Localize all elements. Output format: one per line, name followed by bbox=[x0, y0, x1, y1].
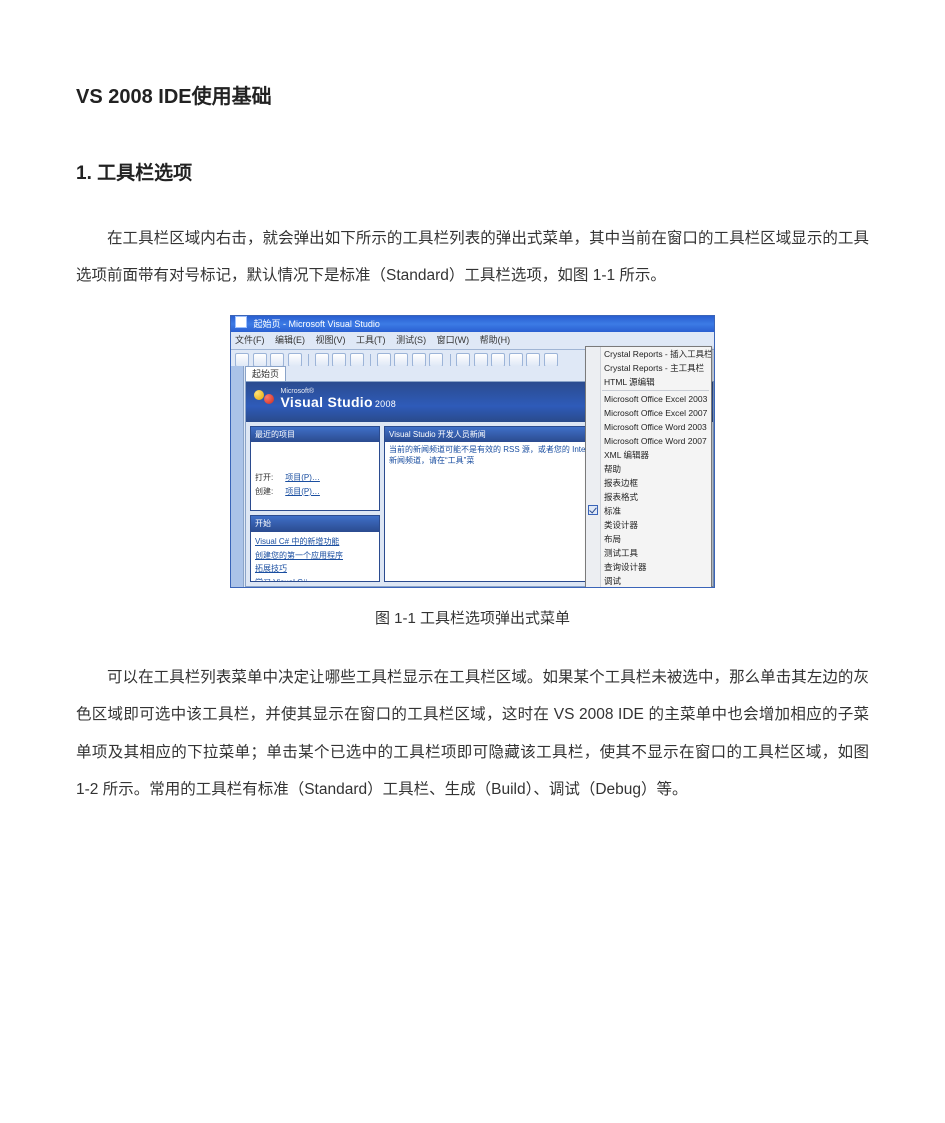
toolbar-button[interactable] bbox=[235, 353, 249, 367]
window-titlebar: 起始页 - Microsoft Visual Studio bbox=[231, 316, 714, 332]
context-menu-item[interactable]: HTML 源编辑 bbox=[586, 375, 711, 389]
start-link[interactable]: 创建您的第一个应用程序 bbox=[255, 549, 375, 563]
context-menu-item-label: Microsoft Office Excel 2007 bbox=[604, 408, 707, 418]
context-menu-item-label: HTML 源编辑 bbox=[604, 377, 655, 387]
context-menu-separator bbox=[602, 390, 709, 391]
document-title: VS 2008 IDE使用基础 bbox=[76, 80, 869, 114]
brand-year: 2008 bbox=[375, 399, 396, 409]
context-menu-item[interactable]: Microsoft Office Excel 2007 bbox=[586, 406, 711, 420]
toolbar-button[interactable] bbox=[544, 353, 558, 367]
context-menu-item[interactable]: 帮助 bbox=[586, 462, 711, 476]
context-menu-item-label: 测试工具 bbox=[604, 548, 638, 558]
start-page-tab[interactable]: 起始页 bbox=[245, 366, 286, 381]
toolbar-button[interactable] bbox=[332, 353, 346, 367]
toolbar-button[interactable] bbox=[429, 353, 443, 367]
window-title-text: 起始页 - Microsoft Visual Studio bbox=[254, 319, 380, 329]
context-menu-item[interactable]: Microsoft Office Word 2007 bbox=[586, 434, 711, 448]
toolbar-separator bbox=[370, 354, 371, 366]
toolbar-button[interactable] bbox=[315, 353, 329, 367]
context-menu-item-label: Microsoft Office Excel 2003 bbox=[604, 394, 707, 404]
create-project-link[interactable]: 项目(P)… bbox=[285, 485, 320, 499]
context-menu-item-label: 报表格式 bbox=[604, 492, 638, 502]
toolbar-button[interactable] bbox=[491, 353, 505, 367]
context-menu-item-label: 标准 bbox=[604, 506, 621, 516]
menu-edit[interactable]: 编辑(E) bbox=[275, 333, 305, 348]
toolbar-button[interactable] bbox=[509, 353, 523, 367]
toolbar-separator bbox=[308, 354, 309, 366]
check-icon bbox=[588, 505, 598, 515]
context-menu-item[interactable]: Microsoft Office Word 2003 bbox=[586, 420, 711, 434]
brand-visual-studio: Visual Studio bbox=[281, 394, 373, 410]
vs2008-window: 起始页 - Microsoft Visual Studio 文件(F) 编辑(E… bbox=[230, 315, 715, 588]
start-link[interactable]: 学习 Visual C# bbox=[255, 576, 375, 582]
toolbar-button[interactable] bbox=[526, 353, 540, 367]
brand-microsoft: Microsoft® bbox=[281, 388, 397, 395]
start-link[interactable]: 拓展技巧 bbox=[255, 562, 375, 576]
menu-test[interactable]: 测试(S) bbox=[396, 333, 426, 348]
context-menu-item-label: Microsoft Office Word 2003 bbox=[604, 422, 707, 432]
app-icon bbox=[235, 316, 247, 328]
vs-logo-icon bbox=[254, 388, 274, 408]
toolbar-button[interactable] bbox=[270, 353, 284, 367]
panel-header: 最近的项目 bbox=[251, 427, 379, 443]
toolbar-button[interactable] bbox=[456, 353, 470, 367]
panel-body: Visual C# 中的新增功能 创建您的第一个应用程序 拓展技巧 学习 Vis… bbox=[251, 532, 379, 582]
context-menu-item-label: Microsoft Office Word 2007 bbox=[604, 436, 707, 446]
toolbar-separator bbox=[450, 354, 451, 366]
context-menu-item-label: 布局 bbox=[604, 534, 621, 544]
context-menu-item[interactable]: XML 编辑器 bbox=[586, 448, 711, 462]
menu-window[interactable]: 窗口(W) bbox=[437, 333, 470, 348]
menu-file[interactable]: 文件(F) bbox=[235, 333, 265, 348]
context-menu-item[interactable]: 报表格式 bbox=[586, 490, 711, 504]
context-menu-item-label: 查询设计器 bbox=[604, 562, 647, 572]
context-menu-item-label: Crystal Reports - 插入工具栏 bbox=[604, 349, 711, 359]
context-menu-item-label: XML 编辑器 bbox=[604, 450, 649, 460]
figure-caption-1-1: 图 1-1 工具栏选项弹出式菜单 bbox=[76, 606, 869, 632]
panel-header: 开始 bbox=[251, 516, 379, 532]
create-label: 创建: bbox=[255, 485, 273, 499]
toolbar-button[interactable] bbox=[350, 353, 364, 367]
toolbar-button[interactable] bbox=[412, 353, 426, 367]
context-menu-item[interactable]: Crystal Reports - 主工具栏 bbox=[586, 361, 711, 375]
context-menu-item[interactable]: 测试工具 bbox=[586, 546, 711, 560]
context-menu-item-label: 帮助 bbox=[604, 464, 621, 474]
menu-tools[interactable]: 工具(T) bbox=[356, 333, 386, 348]
paragraph-1: 在工具栏区域内右击，就会弹出如下所示的工具栏列表的弹出式菜单，其中当前在窗口的工… bbox=[76, 220, 869, 294]
context-menu-item-label: 类设计器 bbox=[604, 520, 638, 530]
context-menu-item[interactable]: 查询设计器 bbox=[586, 560, 711, 574]
open-project-link[interactable]: 项目(P)… bbox=[285, 471, 320, 485]
menu-view[interactable]: 视图(V) bbox=[316, 333, 346, 348]
context-menu-item[interactable]: Microsoft Office Excel 2003 bbox=[586, 392, 711, 406]
toolbar-context-menu[interactable]: Crystal Reports - 插入工具栏 Crystal Reports -… bbox=[585, 346, 712, 588]
start-link[interactable]: Visual C# 中的新增功能 bbox=[255, 535, 375, 549]
context-menu-item-label: 调试 bbox=[604, 576, 621, 586]
section-heading: 1. 工具栏选项 bbox=[76, 158, 869, 190]
toolbar-button[interactable] bbox=[394, 353, 408, 367]
panel-getting-started: 开始 Visual C# 中的新增功能 创建您的第一个应用程序 拓展技巧 学习 … bbox=[250, 515, 380, 581]
context-menu-item[interactable]: Crystal Reports - 插入工具栏 bbox=[586, 347, 711, 361]
panel-recent-projects: 最近的项目 打开: 项目(P)… 创建: 项目(P)… bbox=[250, 426, 380, 512]
open-label: 打开: bbox=[255, 471, 273, 485]
context-menu-item-label: Crystal Reports - 主工具栏 bbox=[604, 363, 704, 373]
start-left-column: 最近的项目 打开: 项目(P)… 创建: 项目(P)… bbox=[250, 426, 380, 582]
context-menu-item[interactable]: 标准 bbox=[586, 504, 711, 518]
context-menu-item[interactable]: 布局 bbox=[586, 532, 711, 546]
vs-logo: Microsoft® Visual Studio2008 bbox=[254, 388, 396, 409]
menu-help[interactable]: 帮助(H) bbox=[480, 333, 511, 348]
toolbar-button[interactable] bbox=[253, 353, 267, 367]
paragraph-2: 可以在工具栏列表菜单中决定让哪些工具栏显示在工具栏区域。如果某个工具栏未被选中，… bbox=[76, 659, 869, 808]
context-menu-item[interactable]: 报表边框 bbox=[586, 476, 711, 490]
toolbar-button[interactable] bbox=[474, 353, 488, 367]
figure-1-1: 起始页 - Microsoft Visual Studio 文件(F) 编辑(E… bbox=[76, 315, 869, 632]
context-menu-item[interactable]: 类设计器 bbox=[586, 518, 711, 532]
vs-logo-text: Microsoft® Visual Studio2008 bbox=[281, 388, 397, 409]
context-menu-item[interactable]: 调试 bbox=[586, 574, 711, 588]
toolbar-button[interactable] bbox=[377, 353, 391, 367]
panel-body: 打开: 项目(P)… 创建: 项目(P)… bbox=[251, 442, 379, 510]
left-dock-tab[interactable] bbox=[231, 366, 244, 587]
toolbar-button[interactable] bbox=[288, 353, 302, 367]
context-menu-item-label: 报表边框 bbox=[604, 478, 638, 488]
